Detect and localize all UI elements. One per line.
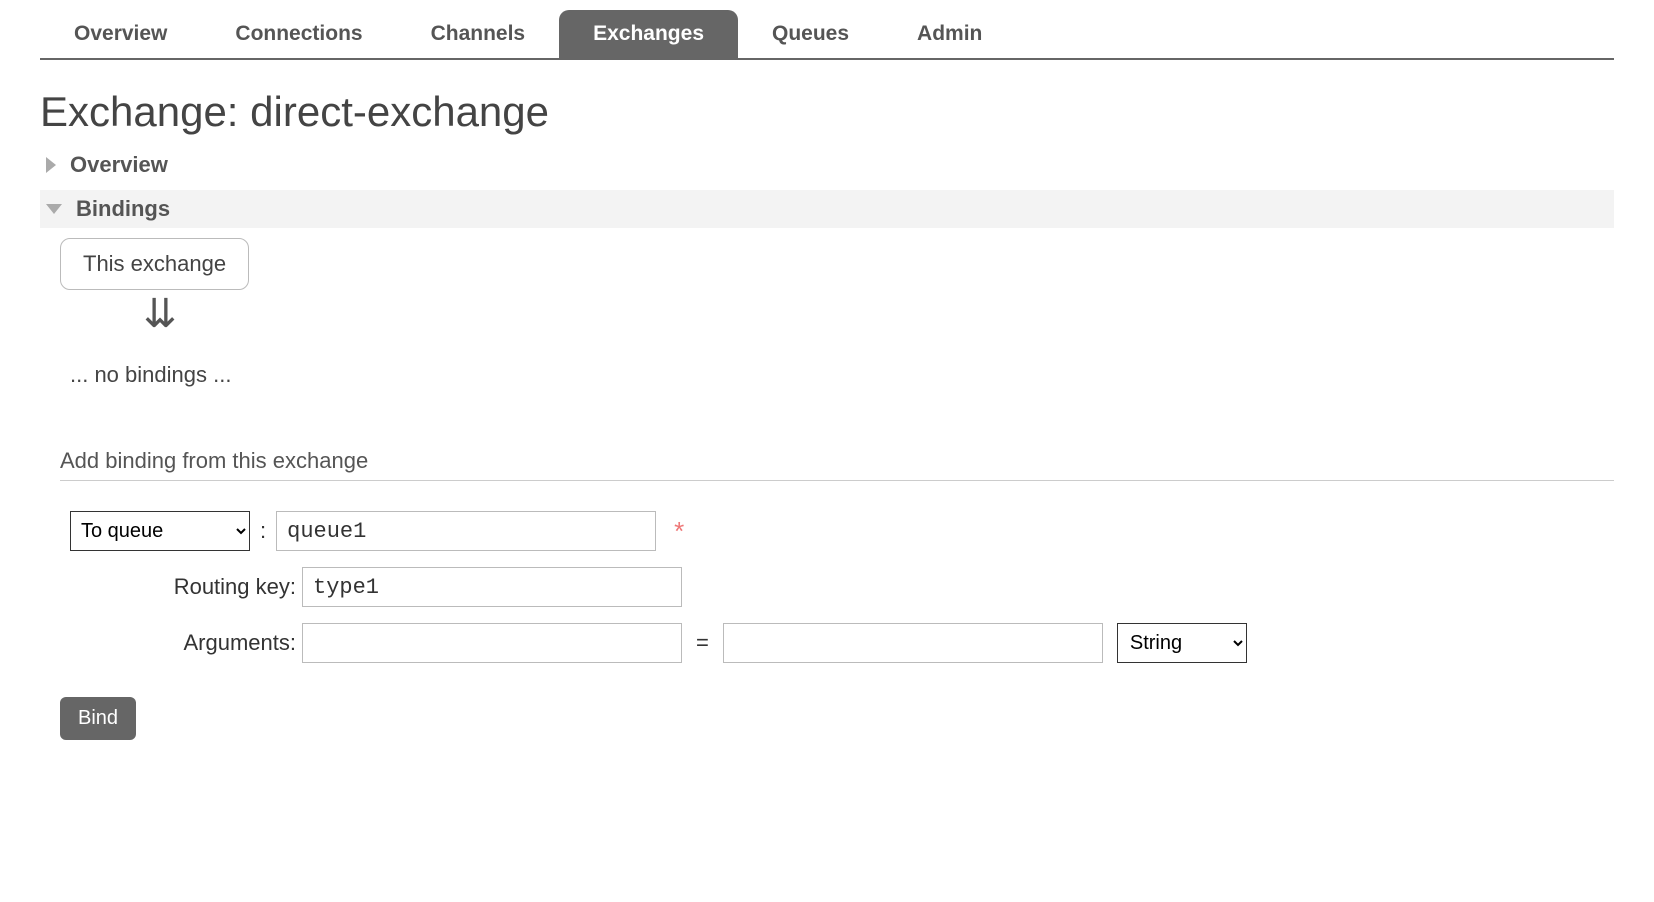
colon-label: : (256, 518, 276, 544)
bind-button[interactable]: Bind (60, 697, 136, 740)
exchange-name: direct-exchange (250, 88, 549, 135)
tab-exchanges[interactable]: Exchanges (559, 10, 738, 58)
chevron-down-icon (46, 204, 62, 214)
tab-overview[interactable]: Overview (40, 10, 201, 58)
form-row-arguments: Arguments: = String (60, 623, 1614, 663)
no-bindings-text: ... no bindings ... (70, 362, 1614, 388)
destination-name-input[interactable] (276, 511, 656, 551)
section-title-overview: Overview (70, 152, 168, 178)
tab-admin[interactable]: Admin (883, 10, 1016, 58)
argument-type-select[interactable]: String (1117, 623, 1247, 663)
tab-channels[interactable]: Channels (397, 10, 560, 58)
section-header-overview[interactable]: Overview (40, 146, 1614, 184)
tab-connections[interactable]: Connections (201, 10, 396, 58)
equals-sign: = (696, 630, 709, 656)
routing-key-label: Routing key: (60, 574, 302, 600)
argument-key-input[interactable] (302, 623, 682, 663)
section-title-bindings: Bindings (76, 196, 170, 222)
argument-value-input[interactable] (723, 623, 1103, 663)
page-title: Exchange: direct-exchange (40, 88, 1614, 136)
chevron-right-icon (46, 157, 56, 173)
tab-queues[interactable]: Queues (738, 10, 883, 58)
divider (60, 480, 1614, 481)
routing-key-input[interactable] (302, 567, 682, 607)
section-header-bindings[interactable]: Bindings (40, 190, 1614, 228)
add-binding-heading: Add binding from this exchange (60, 448, 1614, 474)
top-nav-tabs: Overview Connections Channels Exchanges … (40, 10, 1614, 60)
form-row-destination: To queue : * (60, 511, 1614, 551)
this-exchange-node: This exchange (60, 238, 249, 290)
page-title-prefix: Exchange: (40, 88, 250, 135)
destination-type-select[interactable]: To queue (70, 511, 250, 551)
arrow-down-icon: ⇊ (60, 294, 260, 334)
arguments-label: Arguments: (60, 630, 302, 656)
required-marker: * (674, 516, 684, 547)
bindings-panel: This exchange ⇊ ... no bindings ... Add … (40, 228, 1614, 740)
form-row-routing-key: Routing key: (60, 567, 1614, 607)
